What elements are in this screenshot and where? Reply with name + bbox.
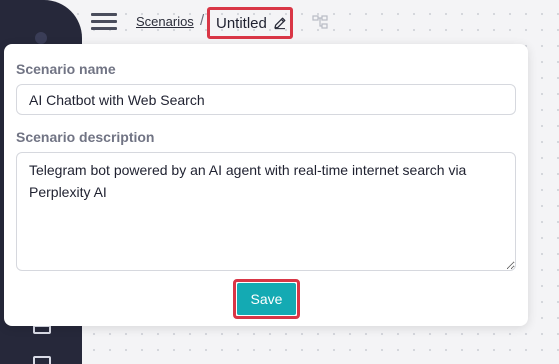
scenario-name-label: Scenario name xyxy=(16,61,116,77)
scenario-title-edit[interactable]: Untitled xyxy=(207,7,293,39)
hamburger-menu-icon[interactable] xyxy=(91,12,117,32)
scenario-title: Untitled xyxy=(216,14,267,32)
sidebar-avatar[interactable] xyxy=(35,32,47,44)
breadcrumb-scenarios-link[interactable]: Scenarios xyxy=(136,14,194,29)
scenario-details-modal: Scenario name Scenario description Teleg… xyxy=(4,44,528,326)
scenario-description-textarea[interactable]: Telegram bot powered by an AI agent with… xyxy=(16,152,516,271)
breadcrumb-separator: / xyxy=(200,12,205,29)
pencil-icon xyxy=(274,17,286,30)
sidebar-item-icon[interactable] xyxy=(33,356,51,364)
scenario-description-label: Scenario description xyxy=(16,129,155,145)
scenario-name-input[interactable] xyxy=(16,84,516,115)
flow-diagram-icon[interactable] xyxy=(312,14,328,30)
save-button[interactable]: Save xyxy=(237,283,296,315)
